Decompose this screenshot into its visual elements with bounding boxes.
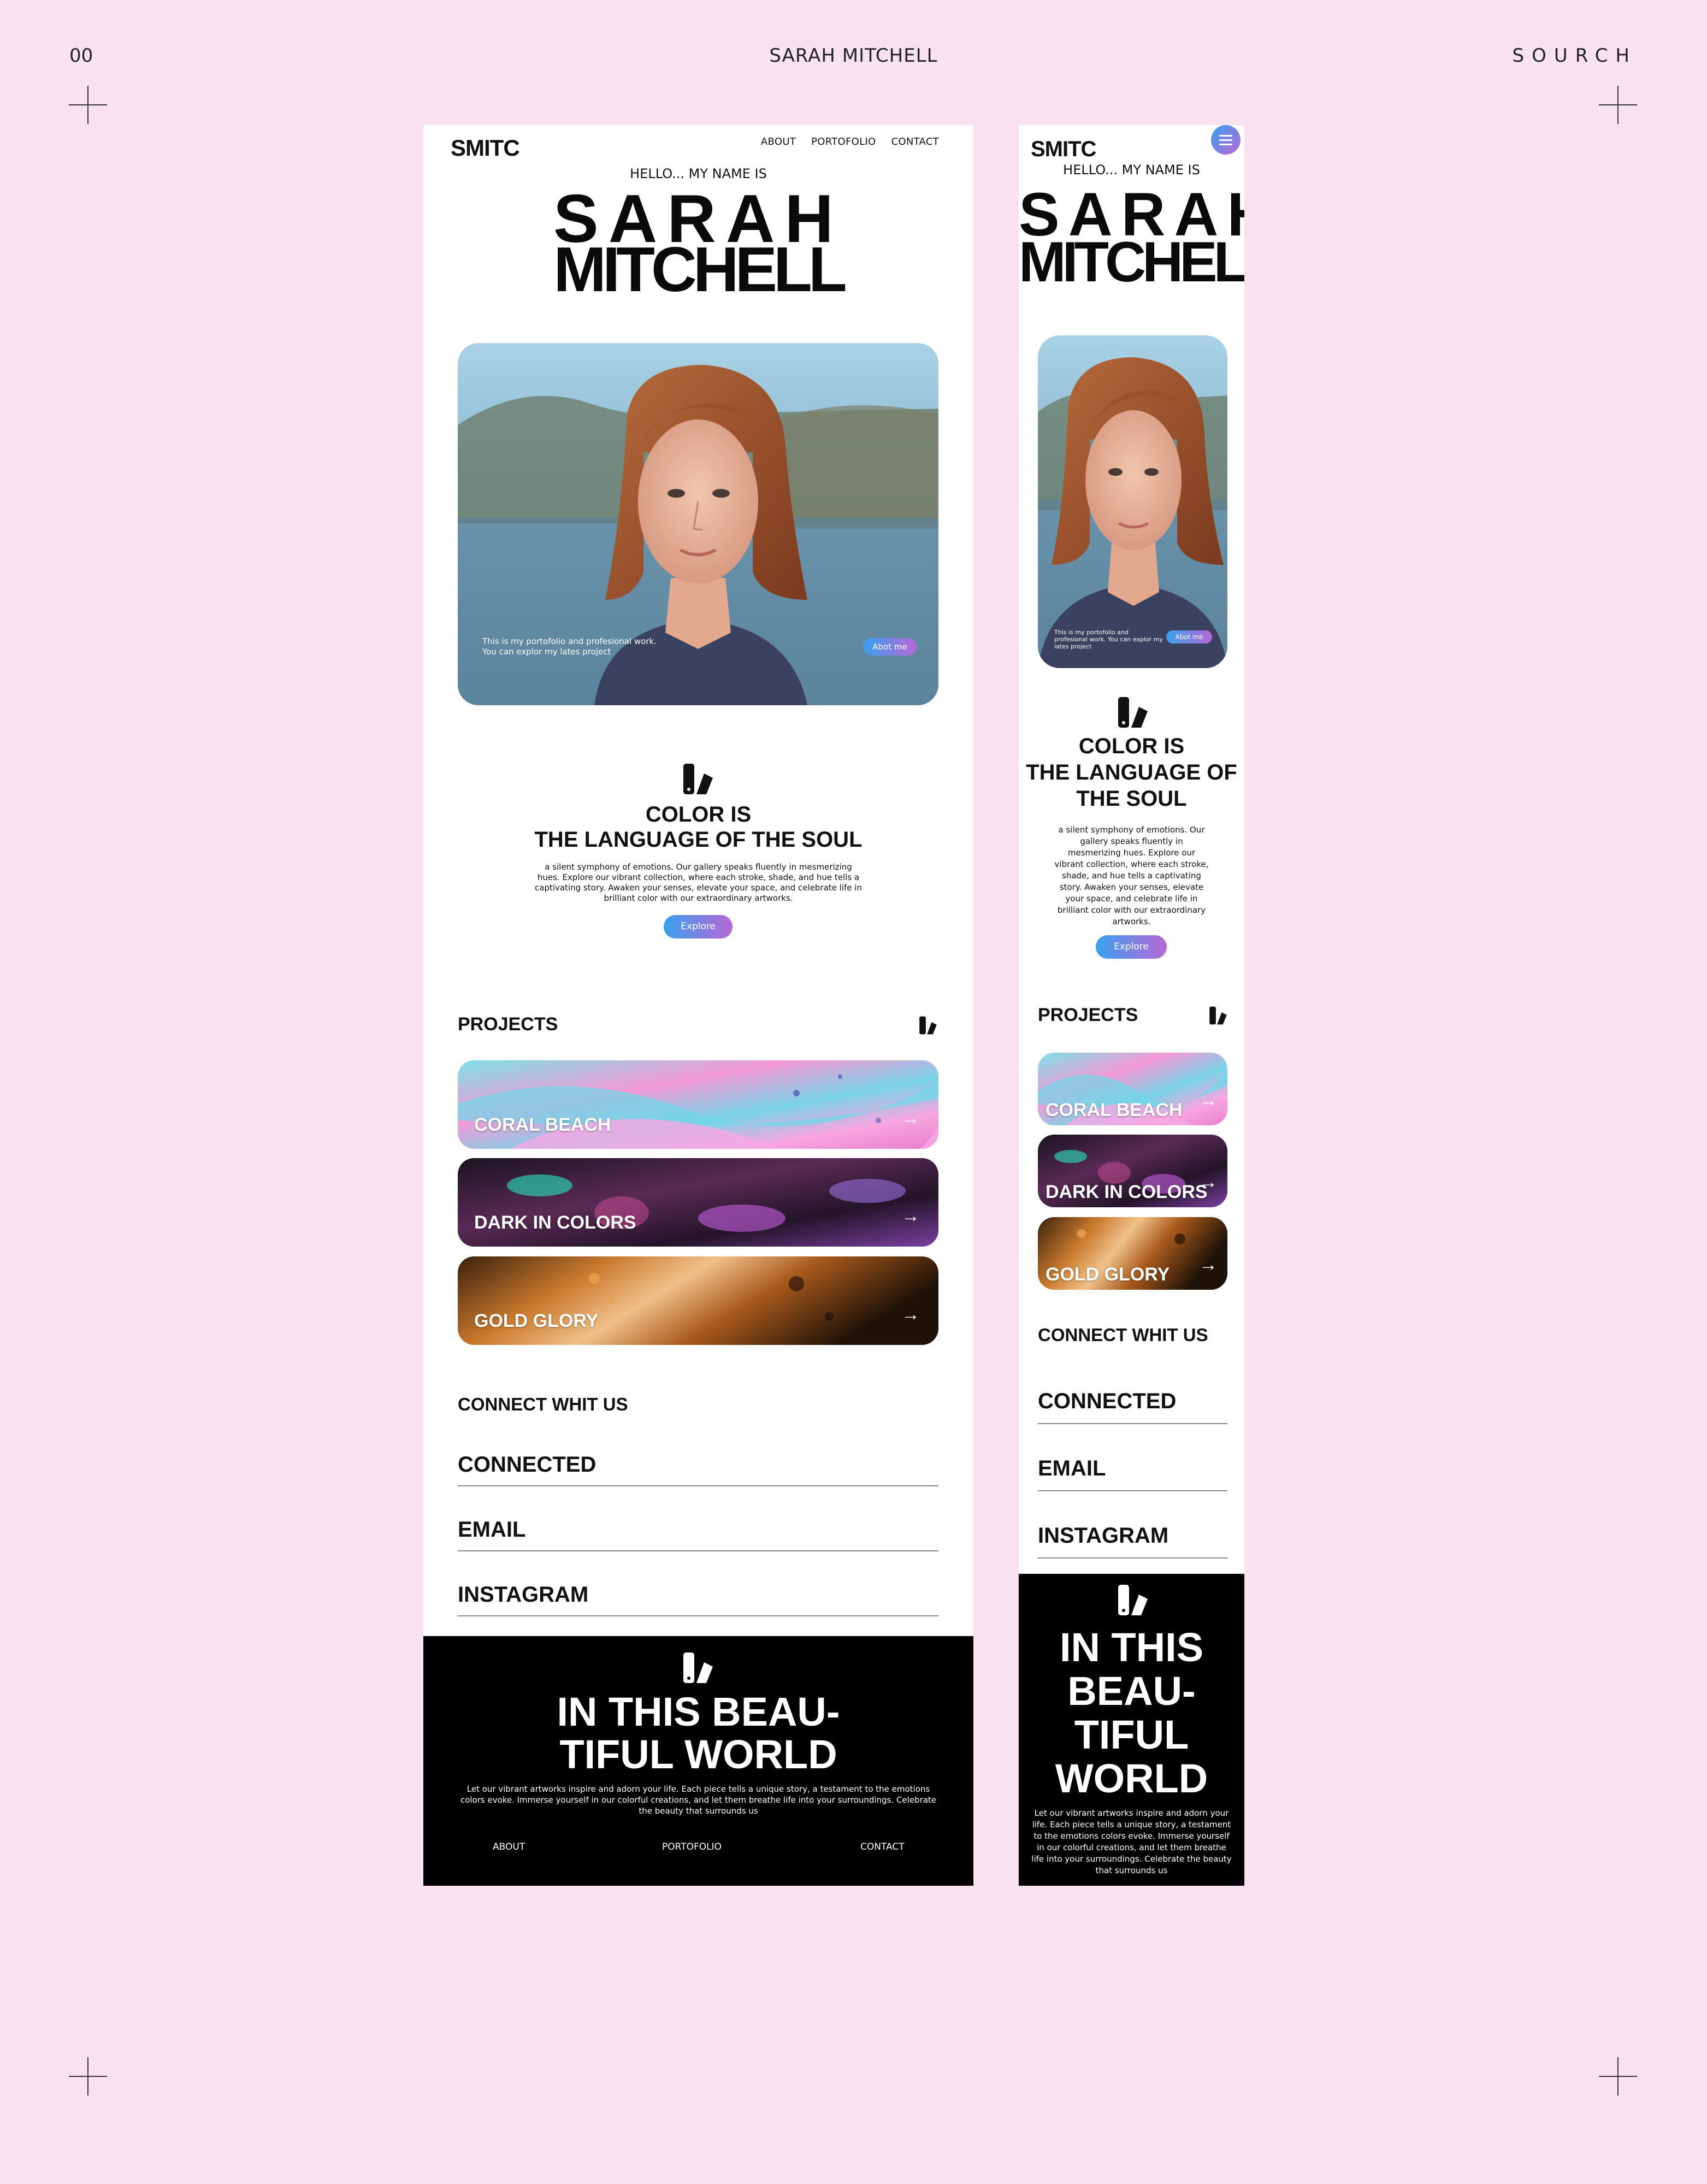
link-email[interactable]: EMAIL [1038, 1454, 1227, 1491]
hero-last-name: MITCHELL [1019, 231, 1244, 294]
arrow-right-icon[interactable]: → [901, 1206, 920, 1227]
about-me-button[interactable]: Abot me [863, 638, 917, 656]
link-instagram[interactable]: INSTAGRAM [458, 1580, 938, 1616]
project-label: GOLD GLORY [1046, 1264, 1170, 1285]
hello-text: HELLO... MY NAME IS [630, 166, 767, 181]
link-connected[interactable]: CONNECTED [458, 1450, 938, 1486]
crosshair-mark [1599, 86, 1637, 124]
color-text: a silent symphony of emotions. Our galle… [1054, 825, 1209, 926]
project-card-coral-beach[interactable]: CORAL BEACH → [1038, 1053, 1227, 1125]
project-card-dark-in-colors[interactable]: DARK IN COLORS → [458, 1158, 938, 1247]
hero-last-name: MITCHELL [553, 234, 847, 305]
crosshair-mark [1599, 2057, 1637, 2096]
project-label: CORAL BEACH [474, 1114, 611, 1135]
desktop-mockup: SMITC ABOUT PORTOFOLIO CONTACT HELLO... … [423, 125, 973, 1886]
footer-title: IN THIS BEAU- TIFUL WORLD [1055, 1625, 1208, 1801]
mobile-mockup: SMITC HELLO... MY NAME IS SARAH MITCHELL… [1019, 125, 1244, 1886]
link-connected[interactable]: CONNECTED [1038, 1387, 1227, 1424]
arrow-right-icon[interactable]: → [1199, 1172, 1218, 1193]
connect-title: CONNECT WHIT US [458, 1394, 628, 1414]
photo-caption: This is my portofolio and profesional wo… [482, 636, 657, 657]
footer: IN THIS BEAU- TIFUL WORLD Let our vibran… [1019, 1574, 1244, 1886]
projects-title: PROJECTS [458, 1014, 558, 1035]
footer-nav-portofolio[interactable]: PORTOFOLIO [662, 1841, 722, 1852]
palette-icon [1118, 697, 1148, 728]
palette-icon [1209, 1006, 1227, 1025]
project-card-coral-beach[interactable]: CORAL BEACH → [458, 1060, 938, 1149]
crosshair-mark [69, 2057, 107, 2096]
color-title: COLOR IS THE LANGUAGE OF THE SOUL [534, 802, 863, 852]
hamburger-menu-button[interactable] [1211, 125, 1241, 155]
palette-icon [919, 1016, 937, 1035]
arrow-right-icon[interactable]: → [901, 1304, 920, 1325]
project-card-dark-in-colors[interactable]: DARK IN COLORS → [1038, 1135, 1227, 1207]
explore-button[interactable]: Explore [1096, 935, 1167, 959]
palette-icon [683, 1652, 713, 1683]
palette-icon [1118, 1585, 1148, 1615]
sheet-title: SARAH MITCHELL [769, 45, 938, 67]
project-label: DARK IN COLORS [474, 1212, 636, 1233]
arrow-right-icon[interactable]: → [1199, 1090, 1218, 1111]
project-label: GOLD GLORY [474, 1311, 599, 1331]
hero-photo: This is my portofolio and profesional wo… [458, 343, 938, 705]
project-label: DARK IN COLORS [1046, 1182, 1208, 1202]
palette-icon [683, 764, 713, 794]
footer-text: Let our vibrant artworks inspire and ado… [460, 1784, 937, 1816]
site-logo[interactable]: SMITC [1031, 137, 1096, 162]
hero-photo: This is my portofolio and profesional wo… [1038, 335, 1227, 668]
photo-caption: This is my portofolio and profesional wo… [1054, 629, 1163, 650]
arrow-right-icon[interactable]: → [1199, 1254, 1218, 1276]
project-card-gold-glory[interactable]: GOLD GLORY → [1038, 1217, 1227, 1290]
project-card-gold-glory[interactable]: GOLD GLORY → [458, 1256, 938, 1345]
footer: IN THIS BEAU- TIFUL WORLD Let our vibran… [423, 1636, 973, 1886]
explore-button[interactable]: Explore [664, 915, 733, 938]
link-instagram[interactable]: INSTAGRAM [1038, 1521, 1227, 1559]
top-nav: ABOUT PORTOFOLIO CONTACT [761, 136, 939, 147]
hello-text: HELLO... MY NAME IS [1063, 162, 1200, 178]
footer-nav-contact[interactable]: CONTACT [860, 1841, 905, 1852]
connect-title: CONNECT WHIT US [1038, 1325, 1208, 1345]
link-email[interactable]: EMAIL [458, 1515, 938, 1551]
about-me-button[interactable]: Abot me [1166, 630, 1212, 644]
arrow-right-icon[interactable]: → [901, 1108, 920, 1129]
color-text: a silent symphony of emotions. Our galle… [535, 862, 862, 903]
color-title: COLOR IS THE LANGUAGE OF THE SOUL [1026, 734, 1237, 811]
site-logo[interactable]: SMITC [451, 135, 520, 161]
projects-title: PROJECTS [1038, 1005, 1138, 1025]
project-label: CORAL BEACH [1046, 1100, 1183, 1120]
nav-contact[interactable]: CONTACT [891, 136, 939, 147]
nav-portofolio[interactable]: PORTOFOLIO [811, 136, 876, 147]
crosshair-mark [69, 86, 107, 124]
nav-about[interactable]: ABOUT [761, 136, 796, 147]
footer-title: IN THIS BEAU- TIFUL WORLD [557, 1689, 840, 1777]
footer-text: Let our vibrant artworks inspire and ado… [1031, 1808, 1232, 1875]
footer-nav-about[interactable]: ABOUT [493, 1841, 525, 1852]
sheet-brand: SOURCH [1512, 45, 1637, 67]
